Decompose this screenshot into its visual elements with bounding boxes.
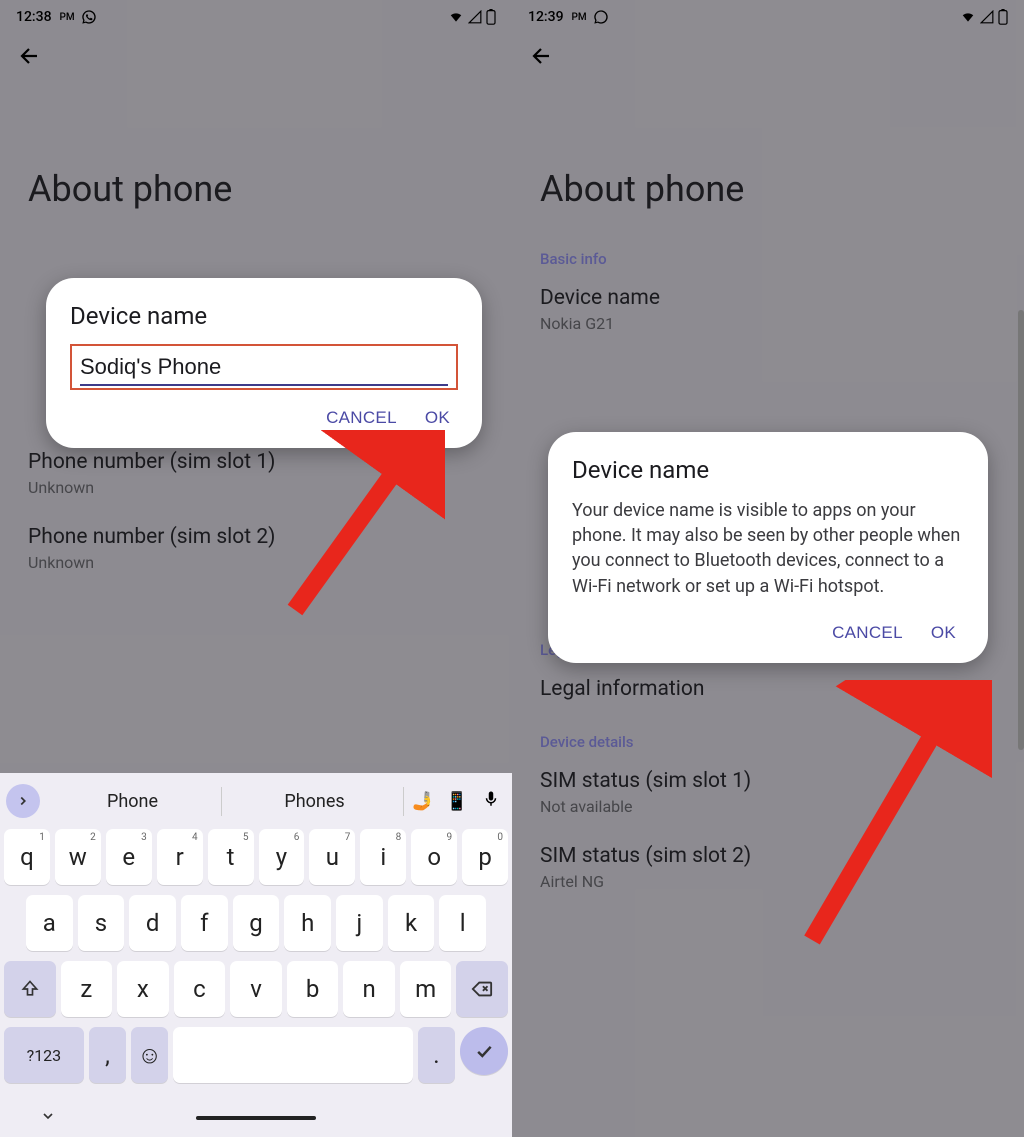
shift-key[interactable] bbox=[4, 961, 56, 1017]
back-button[interactable] bbox=[528, 42, 556, 70]
setting-title: SIM status (sim slot 1) bbox=[540, 769, 996, 793]
wifi-icon bbox=[960, 10, 976, 24]
key-z[interactable]: z bbox=[61, 961, 113, 1017]
setting-sim1[interactable]: SIM status (sim slot 1) Not available bbox=[512, 769, 1024, 844]
key-f[interactable]: f bbox=[181, 895, 228, 951]
whatsapp-icon bbox=[81, 9, 97, 25]
setting-title: Phone number (sim slot 1) bbox=[28, 450, 484, 474]
status-pm: PM bbox=[572, 12, 587, 23]
setting-sub: Unknown bbox=[28, 478, 484, 497]
setting-item[interactable]: Phone number (sim slot 1) Unknown bbox=[0, 450, 512, 525]
section-basic-info: Basic info bbox=[512, 250, 1024, 286]
setting-title: Device name bbox=[540, 286, 996, 310]
setting-title: Legal information bbox=[540, 677, 996, 701]
key-d[interactable]: d bbox=[129, 895, 176, 951]
key-u[interactable]: u7 bbox=[309, 829, 355, 885]
cancel-button[interactable]: CANCEL bbox=[832, 623, 903, 643]
status-bar: 12:38 PM bbox=[0, 0, 512, 30]
status-pm: PM bbox=[60, 12, 75, 23]
dialog-title: Device name bbox=[572, 456, 964, 484]
kb-emoji-suggestion[interactable]: 🤳 bbox=[408, 791, 438, 812]
kb-suggestion[interactable]: Phone bbox=[44, 787, 222, 816]
setting-title: Phone number (sim slot 2) bbox=[28, 525, 484, 549]
page-title: About phone bbox=[512, 78, 1024, 250]
key-g[interactable]: g bbox=[233, 895, 280, 951]
status-time: 12:38 bbox=[16, 9, 52, 25]
battery-icon bbox=[486, 9, 496, 25]
battery-icon bbox=[998, 9, 1008, 25]
key-r[interactable]: r4 bbox=[157, 829, 203, 885]
page-title: About phone bbox=[0, 78, 512, 250]
scrollbar[interactable] bbox=[1018, 310, 1024, 750]
key-t[interactable]: t5 bbox=[208, 829, 254, 885]
cancel-button[interactable]: CANCEL bbox=[326, 408, 397, 428]
screen-right: 12:39 PM About phone Basic info Device na… bbox=[512, 0, 1024, 1137]
signal-icon bbox=[980, 10, 994, 24]
setting-sub: Nokia G21 bbox=[540, 314, 996, 333]
keyboard: Phone Phones 🤳 📱 q1w2e3r4t5y6u7i8o9p0 as… bbox=[0, 773, 512, 1137]
device-name-info-dialog: Device name Your device name is visible … bbox=[548, 432, 988, 663]
backspace-key[interactable] bbox=[456, 961, 508, 1017]
device-name-input[interactable] bbox=[80, 352, 448, 386]
key-s[interactable]: s bbox=[78, 895, 125, 951]
comma-key[interactable]: , bbox=[89, 1027, 126, 1083]
kb-suggestion[interactable]: Phones bbox=[226, 787, 404, 816]
enter-key[interactable] bbox=[460, 1027, 508, 1075]
kb-collapse-icon[interactable] bbox=[40, 1108, 56, 1128]
wifi-icon bbox=[448, 10, 464, 24]
key-i[interactable]: i8 bbox=[360, 829, 406, 885]
dialog-body: Your device name is visible to apps on y… bbox=[572, 498, 964, 599]
key-a[interactable]: a bbox=[26, 895, 73, 951]
highlight-box bbox=[70, 344, 458, 390]
kb-expand-icon[interactable] bbox=[6, 784, 40, 818]
status-bar: 12:39 PM bbox=[512, 0, 1024, 30]
key-v[interactable]: v bbox=[230, 961, 282, 1017]
key-x[interactable]: x bbox=[117, 961, 169, 1017]
setting-title: SIM status (sim slot 2) bbox=[540, 844, 996, 868]
setting-sim2[interactable]: SIM status (sim slot 2) Airtel NG bbox=[512, 844, 1024, 919]
key-j[interactable]: j bbox=[336, 895, 383, 951]
device-name-dialog: Device name CANCEL OK bbox=[46, 278, 482, 448]
key-b[interactable]: b bbox=[287, 961, 339, 1017]
setting-sub: Not available bbox=[540, 797, 996, 816]
mic-icon[interactable] bbox=[476, 790, 506, 813]
key-m[interactable]: m bbox=[400, 961, 452, 1017]
setting-sub: Unknown bbox=[28, 553, 484, 572]
symbols-key[interactable]: ?123 bbox=[4, 1027, 84, 1083]
key-y[interactable]: y6 bbox=[259, 829, 305, 885]
nav-handle[interactable] bbox=[196, 1116, 316, 1120]
key-p[interactable]: p0 bbox=[462, 829, 508, 885]
ok-button[interactable]: OK bbox=[931, 623, 956, 643]
emoji-key[interactable]: ☺ bbox=[131, 1027, 168, 1083]
signal-icon bbox=[468, 10, 482, 24]
key-n[interactable]: n bbox=[343, 961, 395, 1017]
setting-item[interactable]: Phone number (sim slot 2) Unknown bbox=[0, 525, 512, 600]
dialog-title: Device name bbox=[70, 302, 458, 330]
key-h[interactable]: h bbox=[284, 895, 331, 951]
key-l[interactable]: l bbox=[439, 895, 486, 951]
setting-sub: Airtel NG bbox=[540, 872, 996, 891]
key-o[interactable]: o9 bbox=[411, 829, 457, 885]
key-k[interactable]: k bbox=[388, 895, 435, 951]
period-key[interactable]: . bbox=[418, 1027, 455, 1083]
key-w[interactable]: w2 bbox=[55, 829, 101, 885]
status-time: 12:39 bbox=[528, 9, 564, 25]
key-e[interactable]: e3 bbox=[106, 829, 152, 885]
space-key[interactable] bbox=[173, 1027, 412, 1083]
kb-emoji-suggestion[interactable]: 📱 bbox=[442, 791, 472, 812]
setting-legal-info[interactable]: Legal information bbox=[512, 677, 1024, 733]
key-c[interactable]: c bbox=[174, 961, 226, 1017]
section-device-details: Device details bbox=[512, 733, 1024, 769]
setting-device-name[interactable]: Device name Nokia G21 bbox=[512, 286, 1024, 361]
back-button[interactable] bbox=[16, 42, 44, 70]
screen-left: 12:38 PM About phone Phone number (sim sl… bbox=[0, 0, 512, 1137]
ok-button[interactable]: OK bbox=[425, 408, 450, 428]
whatsapp-icon bbox=[593, 9, 609, 25]
key-q[interactable]: q1 bbox=[4, 829, 50, 885]
